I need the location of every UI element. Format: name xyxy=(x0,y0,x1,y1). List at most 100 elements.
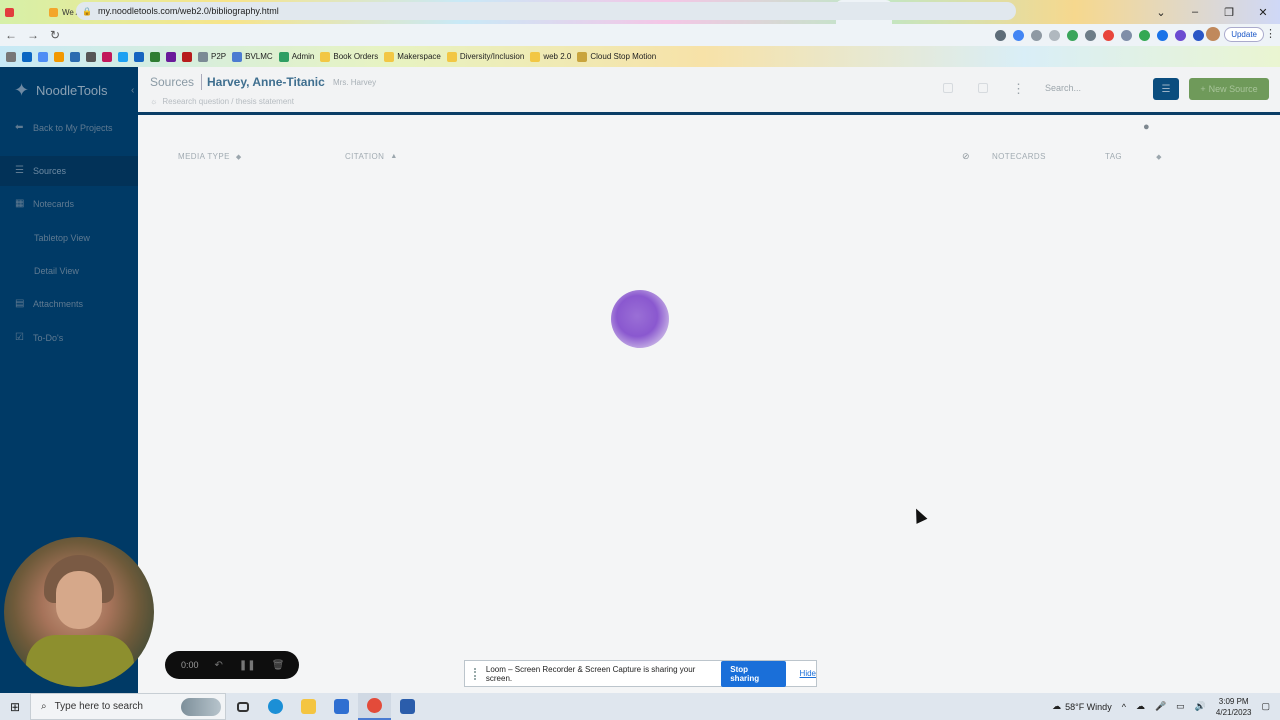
sidebar-item-label: To-Do's xyxy=(33,333,64,343)
bookmark-item[interactable]: BVLMC xyxy=(232,51,273,62)
export-icon[interactable] xyxy=(978,83,988,93)
bookmark-item[interactable]: Cloud Stop Motion xyxy=(577,51,656,62)
bookmark-icon[interactable] xyxy=(6,51,16,62)
microphone-icon[interactable]: 🎤 xyxy=(1155,701,1166,712)
share-icon[interactable] xyxy=(1031,29,1042,41)
eye-icon[interactable]: ● xyxy=(1143,121,1150,133)
bookmark-icon[interactable] xyxy=(38,51,48,62)
close-window-icon[interactable]: ✕ xyxy=(1246,6,1280,19)
side-panel-icon[interactable] xyxy=(1193,29,1204,41)
lock-icon[interactable]: 🔒 xyxy=(82,7,92,16)
column-notecards[interactable]: NOTECARDS xyxy=(992,152,1046,161)
file-explorer-icon[interactable] xyxy=(292,693,325,720)
extension-icon[interactable] xyxy=(1067,29,1078,41)
bookmark-item[interactable]: P2P xyxy=(198,51,227,62)
chrome-icon[interactable] xyxy=(358,693,391,720)
network-icon[interactable]: ▭ xyxy=(1176,701,1185,712)
notifications-icon[interactable]: ▢ xyxy=(1261,701,1270,712)
extension-icon[interactable] xyxy=(1121,29,1132,41)
bookmark-icon[interactable] xyxy=(102,51,112,62)
weather-widget[interactable]: ☁ 58°F Windy xyxy=(1052,701,1112,712)
search-highlight-art xyxy=(181,697,221,716)
paperclip-icon: ⊘ xyxy=(962,151,970,161)
pause-icon[interactable]: ❚❚ xyxy=(239,660,256,671)
browser-tab[interactable] xyxy=(0,0,44,24)
sidebar-item-label: Detail View xyxy=(34,266,79,276)
bookmark-folder-icon xyxy=(530,51,541,62)
bookmark-icon[interactable] xyxy=(22,51,32,62)
tab-search-icon[interactable]: ⌄ xyxy=(1144,6,1178,19)
task-view-icon[interactable] xyxy=(226,693,259,720)
sidebar-item-attachments[interactable]: ▤ Attachments xyxy=(0,289,138,319)
filter-button[interactable]: ☰ xyxy=(1153,78,1179,100)
update-button[interactable]: Update xyxy=(1224,27,1264,42)
grid-icon: ▦ xyxy=(15,198,25,209)
sidebar-item-tabletop-view[interactable]: Tabletop View xyxy=(0,223,138,253)
extension-icon[interactable] xyxy=(1103,29,1114,41)
column-citation[interactable]: CITATION ▲ xyxy=(345,152,398,161)
edge-icon[interactable] xyxy=(259,693,292,720)
print-icon[interactable] xyxy=(943,83,953,93)
onedrive-icon[interactable]: ☁ xyxy=(1136,701,1145,712)
reload-icon[interactable]: ↻ xyxy=(44,28,66,42)
plus-icon: + xyxy=(1200,84,1206,94)
stop-sharing-button[interactable]: Stop sharing xyxy=(721,660,786,687)
volume-icon[interactable]: 🔊 xyxy=(1195,701,1206,712)
bookmark-label: P2P xyxy=(211,52,227,61)
bookmark-item[interactable]: Makerspace xyxy=(384,51,441,62)
bookmark-icon[interactable] xyxy=(166,51,176,62)
forward-icon[interactable]: → xyxy=(22,28,44,42)
bookmark-icon[interactable] xyxy=(182,51,192,62)
bookmark-icon[interactable] xyxy=(86,51,96,62)
hide-link[interactable]: Hide xyxy=(800,669,816,678)
extension-icon[interactable] xyxy=(1157,29,1168,41)
back-to-projects-link[interactable]: ⬅ Back to My Projects xyxy=(0,113,138,143)
taskbar-search[interactable]: ⌕ Type here to search xyxy=(30,693,226,720)
bookmark-star-icon[interactable] xyxy=(1049,29,1060,41)
lightbulb-icon: ☼ xyxy=(150,97,158,106)
webcam-bubble[interactable] xyxy=(4,537,154,687)
trash-icon[interactable]: 🗑 xyxy=(272,660,285,671)
bookmark-icon[interactable] xyxy=(118,51,128,62)
column-media-type[interactable]: MEDIA TYPE ◆ xyxy=(178,152,242,161)
minimize-icon[interactable]: – xyxy=(1178,6,1212,18)
bookmark-icon[interactable] xyxy=(134,51,144,62)
research-question-link[interactable]: ☼ Research question / thesis statement xyxy=(150,97,294,106)
store-icon[interactable] xyxy=(325,693,358,720)
windows-start-icon[interactable]: ⊞ xyxy=(0,700,30,714)
column-tag[interactable]: TAG ◆ xyxy=(1105,152,1162,161)
chrome-menu-icon[interactable]: ⋮ xyxy=(1265,27,1276,40)
column-label: CITATION xyxy=(345,152,385,161)
word-icon[interactable] xyxy=(391,693,424,720)
bookmark-icon[interactable] xyxy=(54,51,64,62)
sidebar-item-detail-view[interactable]: Detail View xyxy=(0,256,138,286)
address-bar[interactable]: 🔒 my.noodletools.com/web2.0/bibliography… xyxy=(76,2,1016,20)
eyedropper-icon[interactable] xyxy=(1085,29,1096,41)
project-title[interactable]: Harvey, Anne-Titanic xyxy=(207,75,325,89)
puzzle-icon[interactable] xyxy=(1175,29,1186,41)
clock[interactable]: 3:09 PM 4/21/2023 xyxy=(1216,696,1252,718)
bookmark-icon[interactable] xyxy=(150,51,160,62)
bookmark-item[interactable]: web 2.0 xyxy=(530,51,571,62)
back-icon[interactable]: ← xyxy=(0,28,22,42)
search-input[interactable]: Search... xyxy=(1038,79,1143,97)
sidebar-item-notecards[interactable]: ▦ Notecards xyxy=(0,189,138,219)
restart-icon[interactable]: ↶ xyxy=(215,660,223,671)
drag-handle-icon[interactable] xyxy=(474,667,478,680)
more-options-icon[interactable]: ⋮ xyxy=(1012,81,1025,97)
google-icon[interactable] xyxy=(1013,29,1024,41)
bookmark-icon[interactable] xyxy=(70,51,80,62)
bookmark-item[interactable]: Diversity/Inclusion xyxy=(446,51,524,62)
bookmark-item[interactable]: Admin xyxy=(278,51,314,62)
brand[interactable]: ✦ NoodleTools xyxy=(14,79,108,101)
drive-icon[interactable] xyxy=(1139,29,1150,41)
tray-overflow-icon[interactable]: ^ xyxy=(1122,702,1126,712)
sidebar-item-todos[interactable]: ☑ To-Do's xyxy=(0,323,138,353)
restore-icon[interactable]: ❐ xyxy=(1212,6,1246,19)
bookmark-item[interactable]: Book Orders xyxy=(320,51,378,62)
collapse-sidebar-icon[interactable]: ‹ xyxy=(131,85,134,96)
camera-icon[interactable] xyxy=(995,29,1006,41)
sidebar-item-sources[interactable]: ☰ Sources xyxy=(0,156,138,186)
new-source-button[interactable]: + New Source xyxy=(1189,78,1269,100)
profile-avatar[interactable] xyxy=(1206,27,1220,41)
